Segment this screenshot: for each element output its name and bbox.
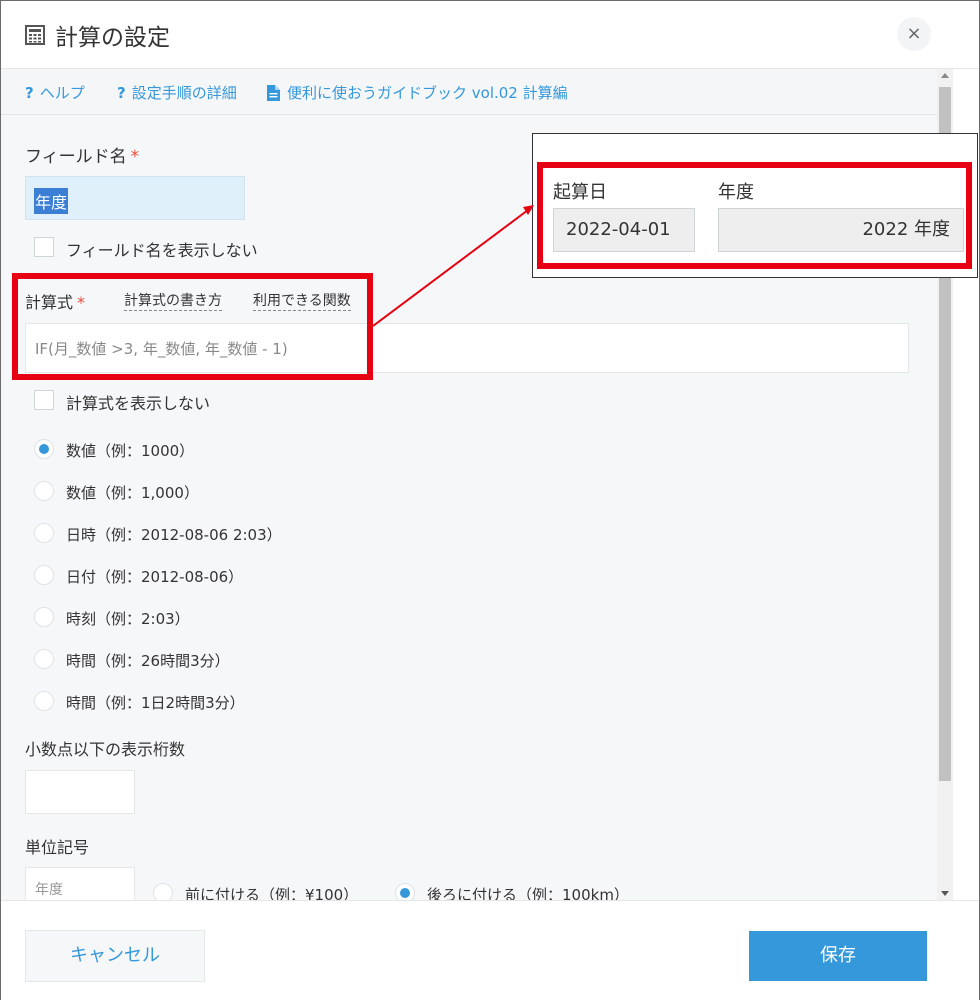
scroll-down-arrow-icon[interactable] xyxy=(941,891,949,896)
required-mark: * xyxy=(130,147,140,167)
fiscal-year-label: 年度 xyxy=(718,182,754,203)
unit-symbol-label: 単位記号 xyxy=(25,838,90,857)
format-radio-number[interactable] xyxy=(34,439,54,459)
format-option-label: 日付（例：2012-08-06） xyxy=(66,568,244,586)
close-icon: × xyxy=(906,23,922,44)
scroll-up-arrow-icon[interactable] xyxy=(941,73,949,78)
decimal-places-input[interactable] xyxy=(25,770,135,814)
format-option-label: 時刻（例：2:03） xyxy=(66,610,190,628)
hide-formula-label: 計算式を表示しない xyxy=(66,394,211,413)
cancel-button[interactable]: キャンセル xyxy=(25,930,205,982)
format-option-label: 時間（例：26時間3分） xyxy=(66,652,230,670)
format-option-label: 数値（例：1000） xyxy=(66,442,195,460)
hide-field-name-label: フィールド名を表示しない xyxy=(66,241,258,260)
format-radio-number-comma[interactable] xyxy=(34,481,54,501)
start-date-label: 起算日 xyxy=(553,182,607,203)
field-name-label: フィールド名 * xyxy=(25,147,140,167)
dialog-footer: キャンセル 保存 xyxy=(1,900,979,1000)
decimal-places-label: 小数点以下の表示桁数 xyxy=(25,740,186,759)
hide-formula-checkbox[interactable] xyxy=(34,390,54,410)
help-link[interactable]: ? ヘルプ xyxy=(25,82,85,103)
calculator-icon xyxy=(25,25,45,45)
document-icon xyxy=(267,85,280,101)
format-option-label: 時間（例：1日2時間3分） xyxy=(66,694,245,712)
guidebook-link[interactable]: 便利に使おうガイドブック vol.02 計算編 xyxy=(267,82,568,103)
start-date-value: 2022-04-01 xyxy=(553,208,695,252)
format-radio-duration-hours[interactable] xyxy=(34,649,54,669)
fiscal-year-value: 2022 年度 xyxy=(718,208,964,252)
setup-detail-link[interactable]: ? 設定手順の詳細 xyxy=(117,82,237,103)
format-radio-time[interactable] xyxy=(34,607,54,627)
dialog-title: 計算の設定 xyxy=(55,25,170,51)
hide-field-name-checkbox[interactable] xyxy=(34,237,54,257)
format-option-label: 日時（例：2012-08-06 2:03） xyxy=(66,526,282,544)
format-option-label: 数値（例：1,000） xyxy=(66,484,199,502)
formula-highlight-box xyxy=(12,273,373,380)
unit-symbol-placeholder: 年度 xyxy=(35,882,63,898)
format-radio-datetime[interactable] xyxy=(34,523,54,543)
question-icon: ? xyxy=(117,84,126,102)
format-radio-date[interactable] xyxy=(34,565,54,585)
close-button[interactable]: × xyxy=(897,17,931,51)
unit-symbol-input[interactable]: 年度 xyxy=(25,867,135,903)
question-icon: ? xyxy=(25,84,34,102)
help-link-bar: ? ヘルプ ? 設定手順の詳細 便利に使おうガイドブック vol.02 計算編 xyxy=(1,69,937,115)
save-button[interactable]: 保存 xyxy=(749,931,927,981)
format-radio-duration-days[interactable] xyxy=(34,691,54,711)
field-name-input[interactable]: 年度 xyxy=(25,176,245,220)
dialog-header: 計算の設定 × xyxy=(1,1,979,69)
field-name-value: 年度 xyxy=(34,188,69,214)
